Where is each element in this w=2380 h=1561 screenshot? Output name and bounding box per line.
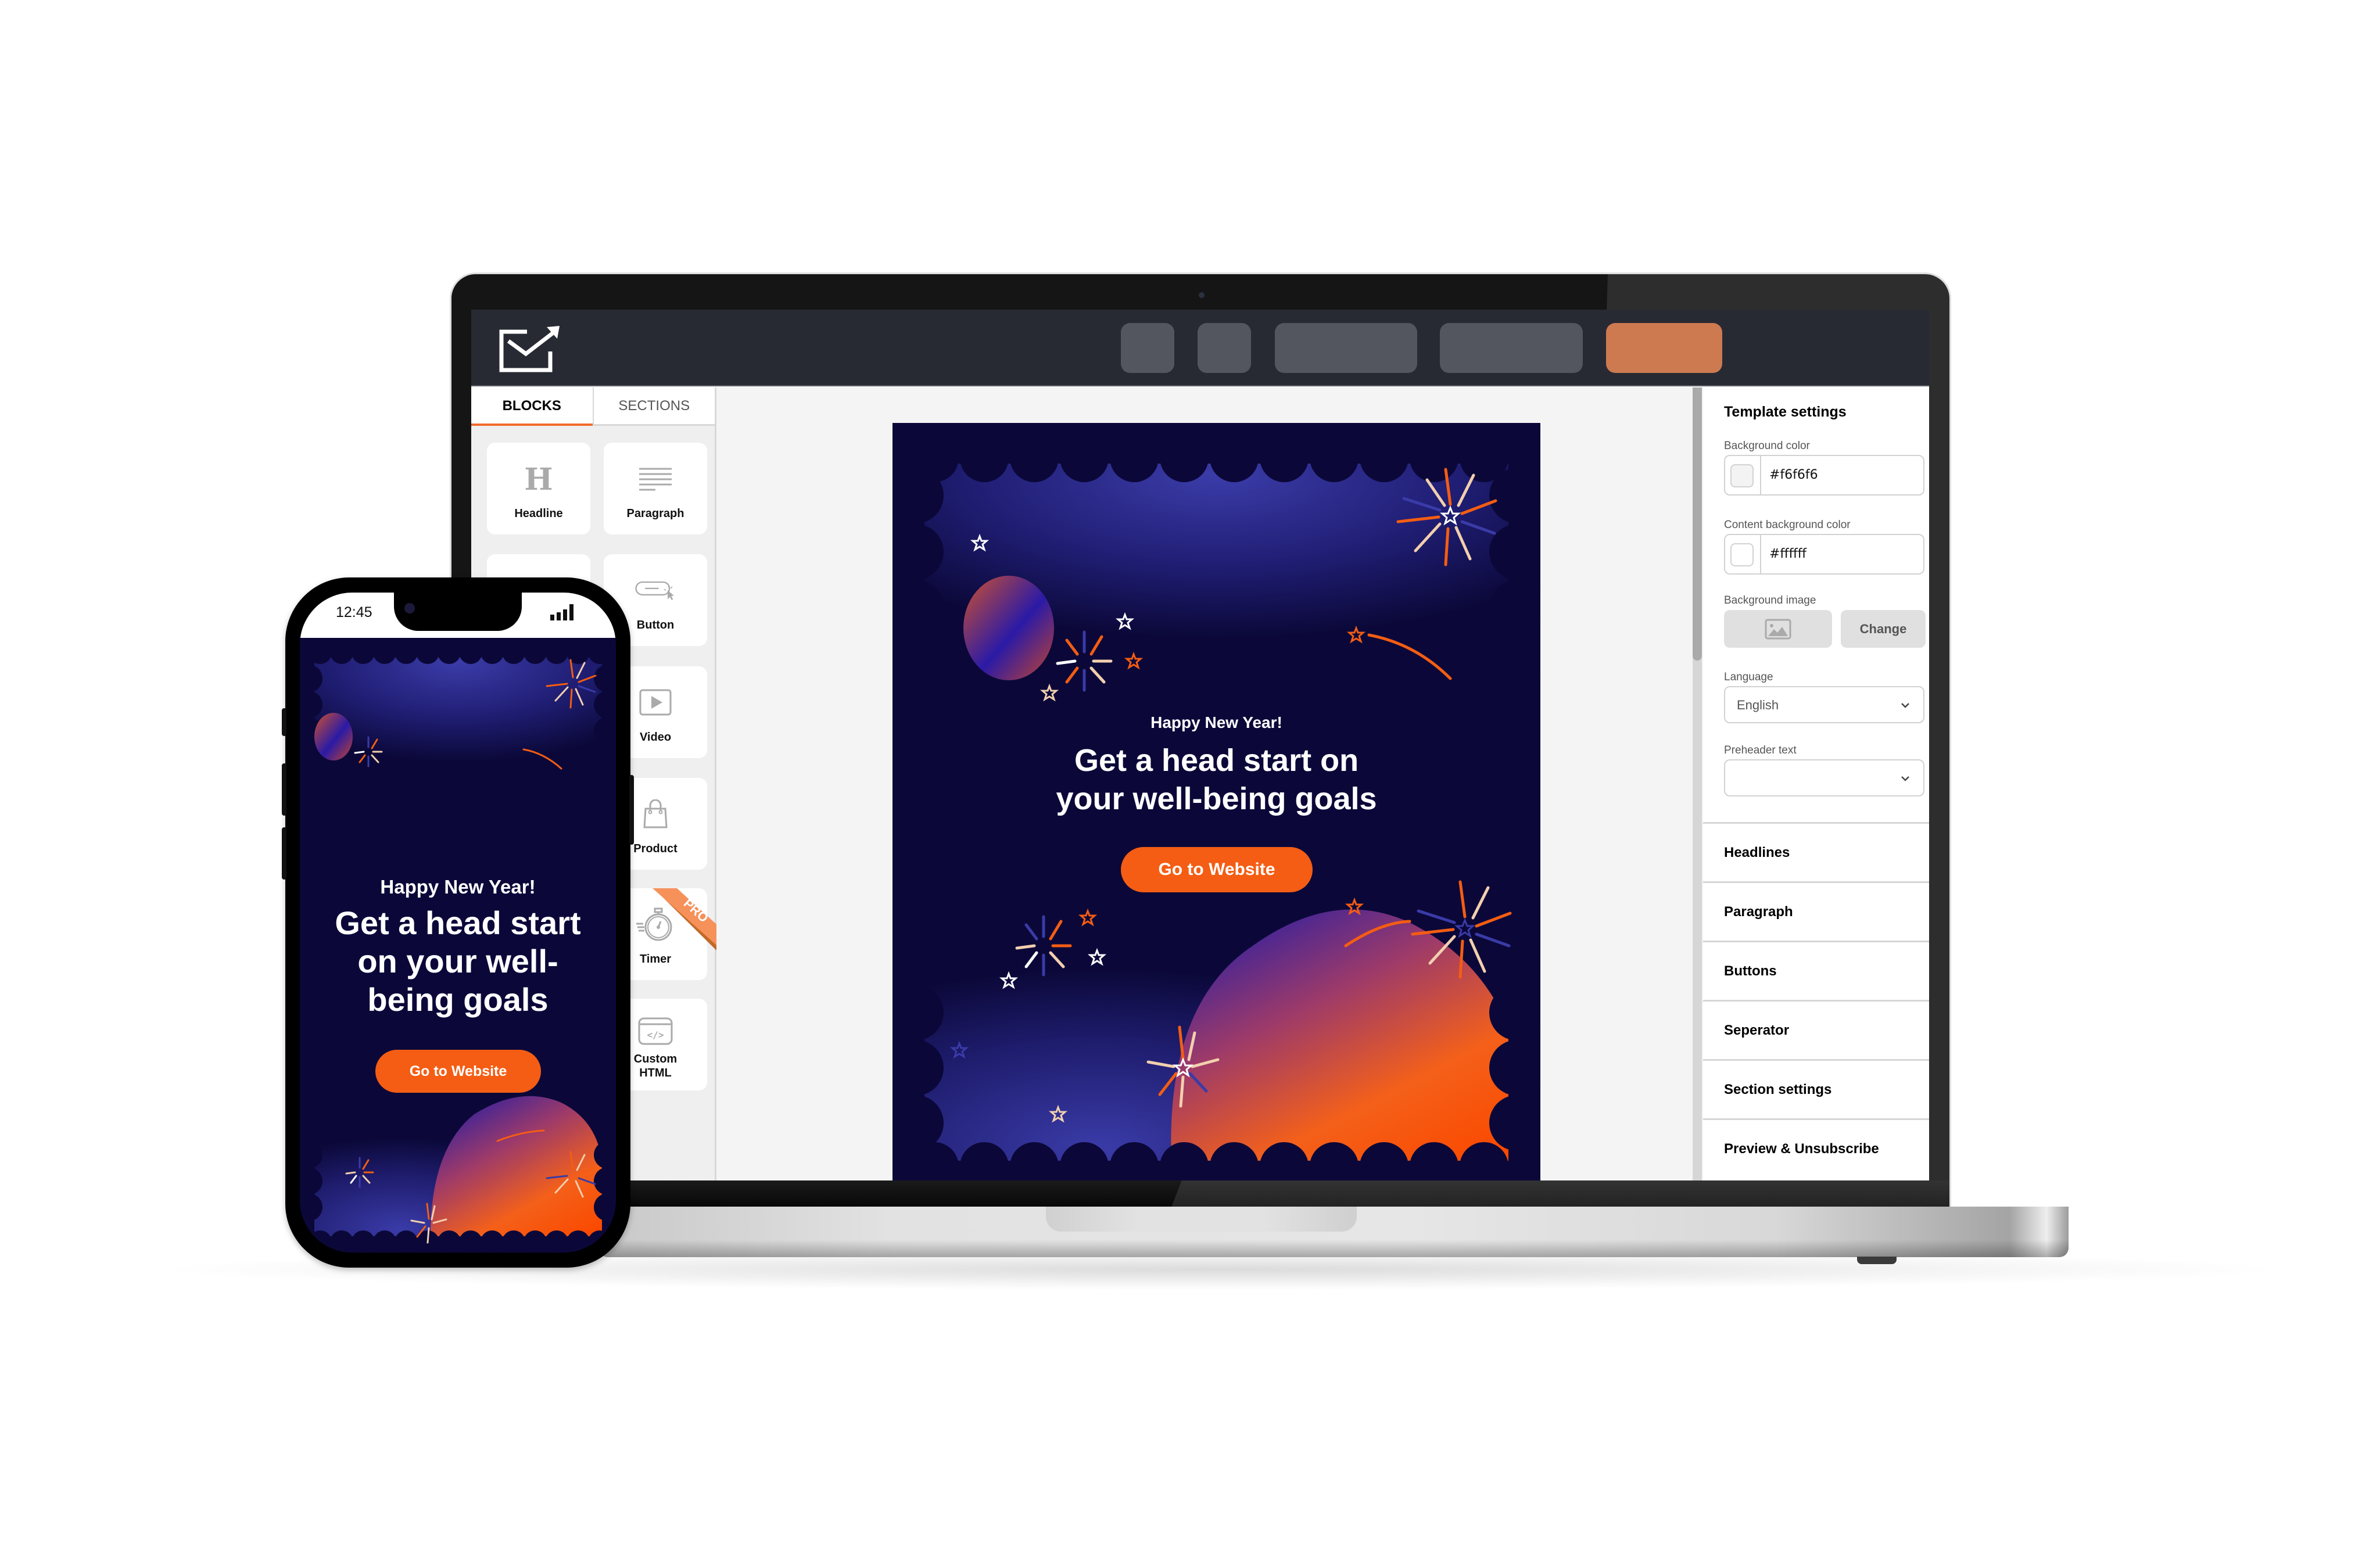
background-image-label: Background image bbox=[1724, 594, 1816, 607]
preheader-select[interactable] bbox=[1724, 759, 1924, 796]
header-button-4[interactable] bbox=[1440, 323, 1583, 373]
content-background-color-field[interactable]: #ffffff bbox=[1724, 534, 1924, 575]
app-header bbox=[471, 310, 1929, 386]
content-background-color-swatch[interactable] bbox=[1730, 543, 1754, 566]
svg-text:</>: </> bbox=[647, 1029, 664, 1040]
phone-greeting[interactable]: Happy New Year! bbox=[300, 876, 616, 898]
laptop-notch bbox=[1046, 1207, 1357, 1232]
phone-time: 12:45 bbox=[336, 604, 372, 620]
phone-email-preview[interactable]: Happy New Year! Get a head start on your… bbox=[300, 638, 616, 1253]
pro-badge: PRO bbox=[653, 888, 716, 950]
chevron-down-icon bbox=[1901, 776, 1909, 781]
phone-mute-switch bbox=[282, 708, 286, 736]
phone-volume-down bbox=[282, 827, 286, 880]
accordion-paragraph[interactable]: Paragraph bbox=[1703, 881, 1929, 941]
tab-blocks[interactable]: BLOCKS bbox=[471, 387, 594, 426]
email-headline[interactable]: Get a head start on your well-being goal… bbox=[892, 741, 1540, 818]
scrollbar-thumb[interactable] bbox=[1693, 387, 1702, 661]
language-select[interactable]: English bbox=[1724, 686, 1924, 723]
laptop-camera bbox=[1199, 292, 1205, 298]
block-tile-headline[interactable]: H Headline bbox=[487, 443, 590, 534]
email-greeting[interactable]: Happy New Year! bbox=[892, 713, 1540, 732]
preheader-label: Preheader text bbox=[1724, 744, 1797, 756]
background-color-value[interactable]: #f6f6f6 bbox=[1769, 468, 1818, 482]
video-icon bbox=[635, 685, 676, 720]
language-label: Language bbox=[1724, 671, 1773, 683]
accordion-buttons[interactable]: Buttons bbox=[1703, 941, 1929, 1000]
image-placeholder-icon bbox=[1765, 619, 1791, 639]
phone-power-button bbox=[629, 775, 634, 845]
header-button-1[interactable] bbox=[1121, 323, 1174, 373]
accordion-separator[interactable]: Seperator bbox=[1703, 1000, 1929, 1059]
signal-icon bbox=[550, 604, 574, 620]
accordion-section-settings[interactable]: Section settings bbox=[1703, 1059, 1929, 1118]
chevron-down-icon bbox=[1901, 703, 1909, 708]
block-tile-label: Headline bbox=[514, 507, 563, 520]
content-background-color-value[interactable]: #ffffff bbox=[1769, 547, 1806, 561]
content-background-color-label: Content background color bbox=[1724, 519, 1851, 531]
accordion-headlines[interactable]: Headlines bbox=[1703, 822, 1929, 881]
svg-text:H: H bbox=[524, 464, 553, 493]
canvas-scrollbar[interactable] bbox=[1693, 387, 1702, 1180]
phone-status-bar: 12:45 bbox=[300, 593, 616, 638]
phone-volume-up bbox=[282, 763, 286, 816]
envelope-arrow-icon[interactable] bbox=[499, 326, 561, 372]
background-color-label: Background color bbox=[1724, 440, 1810, 452]
phone-screen: 12:45 Happy New Year! Get a head start o… bbox=[300, 593, 616, 1253]
app-screen: BLOCKS SECTIONS H Headline Paragraph But… bbox=[471, 310, 1929, 1180]
background-image-preview[interactable] bbox=[1724, 610, 1832, 648]
paragraph-icon bbox=[635, 461, 676, 496]
phone-cta-button[interactable]: Go to Website bbox=[375, 1050, 541, 1093]
header-button-2[interactable] bbox=[1198, 323, 1251, 373]
email-cta-button[interactable]: Go to Website bbox=[1121, 847, 1313, 892]
email-preview[interactable]: Happy New Year! Get a head start on your… bbox=[892, 423, 1540, 1180]
phone-mockup: 12:45 Happy New Year! Get a head start o… bbox=[282, 577, 634, 1268]
block-tile-label: Paragraph bbox=[626, 507, 684, 520]
shopping-bag-icon bbox=[635, 796, 676, 831]
headline-icon: H bbox=[518, 461, 559, 496]
settings-panel: Template settings Background color #f6f6… bbox=[1703, 387, 1929, 1180]
background-color-field[interactable]: #f6f6f6 bbox=[1724, 455, 1924, 496]
change-image-button[interactable]: Change bbox=[1841, 610, 1926, 648]
settings-title: Template settings bbox=[1724, 404, 1847, 420]
accordion-preview-unsubscribe[interactable]: Preview & Unsubscribe bbox=[1703, 1118, 1929, 1178]
phone-headline[interactable]: Get a head start on your well-being goal… bbox=[300, 904, 616, 1019]
button-icon bbox=[635, 573, 676, 608]
block-tile-paragraph[interactable]: Paragraph bbox=[604, 443, 707, 534]
code-icon: </> bbox=[635, 1014, 676, 1049]
phone-camera bbox=[404, 603, 415, 613]
panel-tabs: BLOCKS SECTIONS bbox=[471, 387, 715, 426]
background-color-swatch[interactable] bbox=[1730, 464, 1754, 487]
tab-sections[interactable]: SECTIONS bbox=[594, 387, 715, 424]
laptop-foot bbox=[1857, 1257, 1897, 1264]
header-button-3[interactable] bbox=[1275, 323, 1417, 373]
header-button-primary[interactable] bbox=[1606, 323, 1722, 373]
language-value: English bbox=[1737, 698, 1779, 712]
